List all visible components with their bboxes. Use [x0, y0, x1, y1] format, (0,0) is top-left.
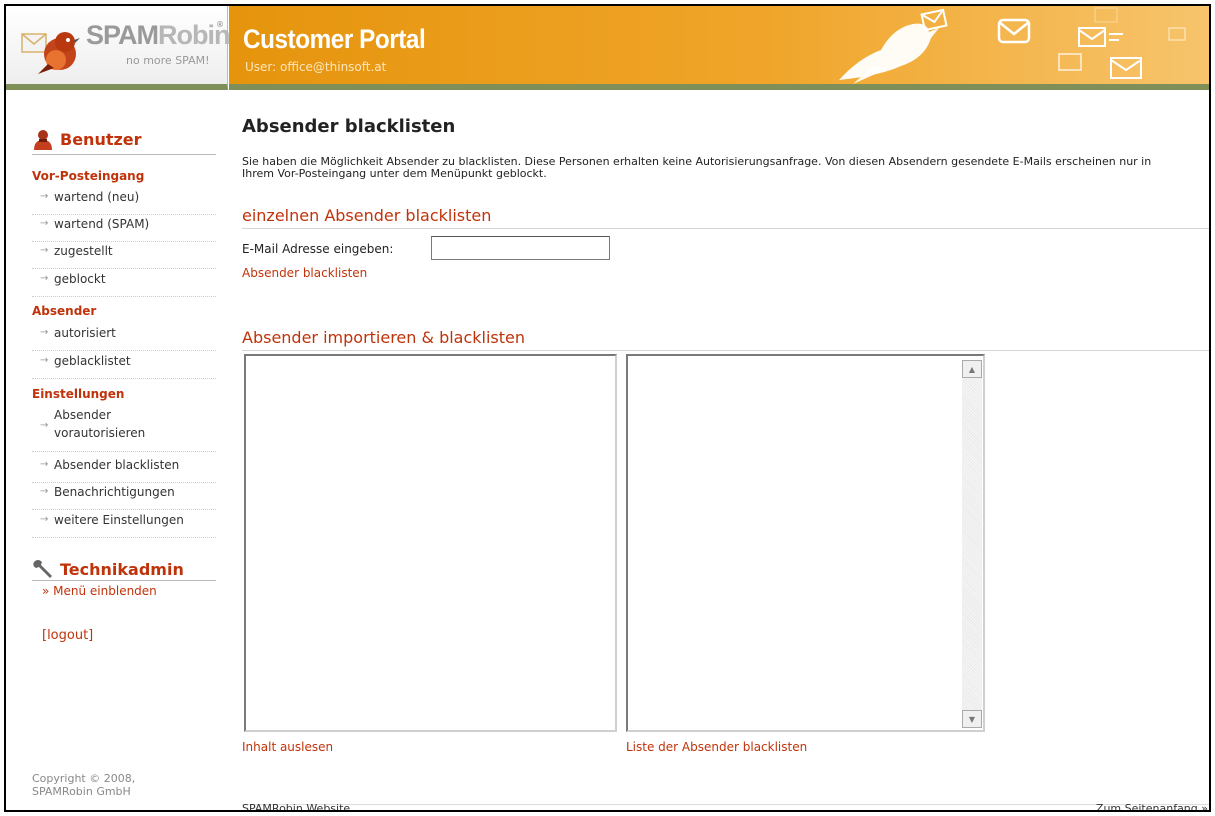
group-title-vor-posteingang: Vor-Posteingang	[32, 169, 145, 183]
sender-list-textarea[interactable]	[626, 354, 985, 732]
arrow-right-icon: →	[40, 218, 49, 229]
sidebar-item-label: Benachrichtigungen	[54, 485, 175, 499]
group-title-absender: Absender	[32, 304, 97, 318]
logo-wordmark: SPAMRobin	[86, 20, 231, 51]
portal-title: Customer Portal	[243, 24, 426, 54]
logo[interactable]: SPAMRobin ® no more SPAM!	[6, 6, 231, 90]
technikadmin-heading: Technikadmin	[32, 558, 184, 580]
arrow-right-icon: →	[40, 191, 49, 202]
sidebar-item-wartend-spam[interactable]: → wartend (SPAM)	[32, 215, 216, 242]
current-user: User: office@thinsoft.at	[245, 60, 387, 74]
sidebar-item-label: weitere Einstellungen	[54, 513, 184, 527]
browser-frame: SPAMRobin ® no more SPAM! Customer Porta…	[4, 4, 1211, 812]
copyright-line-1: Copyright © 2008,	[32, 772, 136, 785]
single-blacklist-heading: einzelnen Absender blacklisten	[242, 206, 492, 225]
arrow-right-icon: →	[40, 355, 49, 366]
copyright-line-2: SPAMRobin GmbH	[32, 785, 131, 798]
robin-logo-icon	[21, 32, 80, 74]
sidebar-item-label: geblacklistet	[54, 354, 131, 368]
footer-divider	[242, 804, 1209, 805]
portal-banner: Customer Portal User: office@thinsoft.at	[229, 6, 1209, 90]
bird-envelopes-decoration-icon	[839, 7, 1186, 84]
sidebar-item-zugestellt[interactable]: → zugestellt	[32, 242, 216, 269]
sidebar-item-autorisiert[interactable]: → autorisiert	[32, 324, 216, 351]
user-icon	[34, 130, 52, 150]
page-title: Absender blacklisten	[242, 116, 456, 137]
wrench-icon	[33, 560, 52, 578]
logout-link[interactable]: [logout]	[42, 628, 93, 643]
scroll-down-icon[interactable]: ▼	[962, 710, 982, 728]
show-menu-link[interactable]: » Menü einblenden	[42, 584, 157, 598]
copyright: Copyright © 2008, SPAMRobin GmbH	[32, 772, 135, 798]
intro-text: Sie haben die Möglichkeit Absender zu bl…	[242, 155, 1152, 180]
import-textarea[interactable]	[244, 354, 617, 732]
divider	[242, 350, 1209, 351]
sidebar-item-label: Absender vorautorisieren	[54, 408, 146, 440]
back-to-top-link[interactable]: Zum Seitenanfang »	[1096, 802, 1208, 810]
sidebar-item-label: autorisiert	[54, 326, 116, 340]
sender-list-scrollbar[interactable]: ▲ ▼	[962, 360, 982, 728]
arrow-right-icon: →	[40, 514, 49, 525]
sidebar-item-absender-vorautorisieren[interactable]: → Absender vorautorisieren	[32, 406, 216, 452]
main-content: Absender blacklisten Sie haben die Mögli…	[242, 90, 1209, 810]
sidebar-item-label: zugestellt	[54, 244, 113, 258]
divider	[32, 580, 216, 581]
divider	[32, 154, 216, 155]
sidebar-item-label: geblockt	[54, 272, 106, 286]
arrow-right-icon: →	[40, 420, 49, 431]
scroll-up-icon[interactable]: ▲	[962, 360, 982, 378]
blacklist-sender-link[interactable]: Absender blacklisten	[242, 266, 367, 280]
email-label: E-Mail Adresse eingeben:	[242, 242, 394, 256]
arrow-right-icon: →	[40, 486, 49, 497]
blacklist-list-link[interactable]: Liste der Absender blacklisten	[626, 740, 807, 754]
sidebar-item-label: wartend (SPAM)	[54, 217, 150, 231]
sidebar-item-benachrichtigungen[interactable]: → Benachrichtigungen	[32, 483, 216, 510]
technikadmin-title: Technikadmin	[60, 559, 184, 579]
sidebar-item-absender-blacklisten[interactable]: → Absender blacklisten	[32, 456, 216, 483]
website-link[interactable]: SPAMRobin Website	[242, 802, 350, 810]
benutzer-heading: Benutzer	[32, 128, 142, 150]
arrow-right-icon: →	[40, 273, 49, 284]
logo-tagline: no more SPAM!	[126, 54, 210, 67]
logo-spam: SPAM	[86, 20, 159, 50]
group-title-einstellungen: Einstellungen	[32, 387, 125, 401]
arrow-right-icon: →	[40, 245, 49, 256]
divider	[242, 228, 1209, 229]
benutzer-title: Benutzer	[60, 129, 142, 149]
sidebar-item-label: wartend (neu)	[54, 190, 140, 204]
import-heading: Absender importieren & blacklisten	[242, 328, 526, 347]
arrow-right-icon: →	[40, 459, 49, 470]
email-field[interactable]	[431, 236, 610, 260]
sidebar-item-geblockt[interactable]: → geblockt	[32, 270, 216, 297]
sidebar: Benutzer Vor-Posteingang → wartend (neu) …	[6, 90, 228, 810]
sidebar-item-geblacklistet[interactable]: → geblacklistet	[32, 352, 216, 379]
sidebar-item-label: Absender blacklisten	[54, 458, 180, 472]
sidebar-item-wartend-neu[interactable]: → wartend (neu)	[32, 188, 216, 215]
read-content-link[interactable]: Inhalt auslesen	[242, 740, 333, 754]
registered-mark: ®	[216, 20, 224, 29]
header: SPAMRobin ® no more SPAM! Customer Porta…	[6, 6, 1209, 90]
sidebar-item-weitere-einstellungen[interactable]: → weitere Einstellungen	[32, 511, 216, 538]
arrow-right-icon: →	[40, 327, 49, 338]
